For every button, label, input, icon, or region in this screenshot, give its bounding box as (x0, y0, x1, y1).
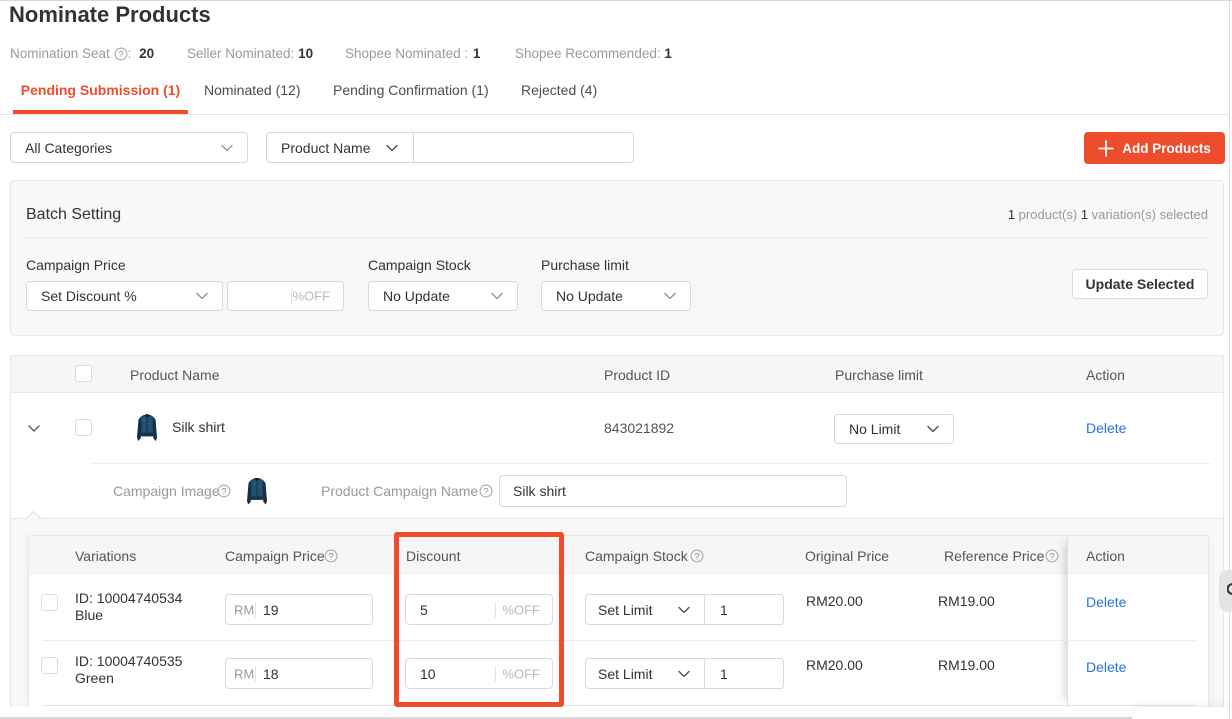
svg-text:?: ? (483, 486, 488, 497)
svg-text:?: ? (118, 49, 123, 60)
svg-text:?: ? (328, 551, 333, 562)
svg-text:?: ? (1049, 551, 1054, 562)
svg-text:?: ? (694, 551, 699, 562)
svg-text:?: ? (221, 486, 226, 497)
